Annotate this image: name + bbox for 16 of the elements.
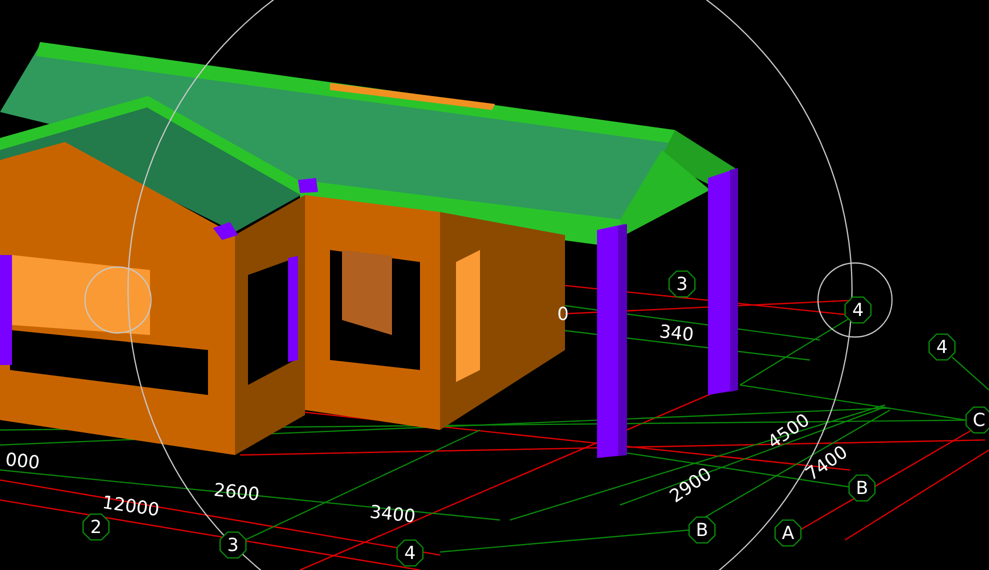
- grid-axis-marker: 4: [928, 333, 956, 361]
- grid-axis-marker: 3: [668, 270, 696, 298]
- dimension-label: 0: [557, 304, 569, 325]
- dimension-label: 2600: [212, 480, 260, 506]
- dimension-label: 340: [658, 321, 695, 346]
- pivot-circle: [84, 266, 152, 334]
- grid-axis-marker: 4: [396, 539, 424, 567]
- dimension-label: 3400: [368, 502, 416, 528]
- grid-axis-marker: C: [965, 406, 989, 434]
- grid-axis-marker: 4: [844, 296, 872, 324]
- grid-axis-marker: 3: [219, 531, 247, 559]
- grid-axis-marker: B: [688, 516, 716, 544]
- dimension-label: 000: [4, 449, 41, 474]
- grid-axis-marker: 2: [82, 513, 110, 541]
- grid-axis-marker: B: [848, 474, 876, 502]
- grid-axis-marker: A: [774, 519, 802, 547]
